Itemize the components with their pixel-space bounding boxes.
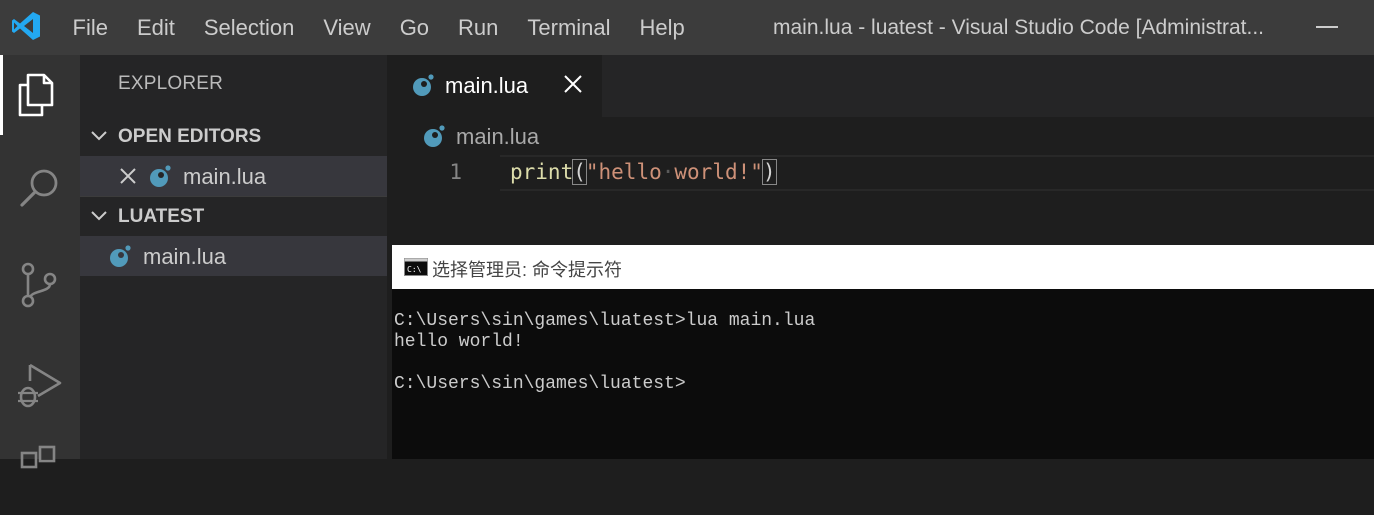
code-close-paren: ): [761, 159, 777, 185]
console-line: C:\Users\sin\games\luatest>lua main.lua: [394, 311, 816, 331]
line-number: 1: [449, 160, 462, 184]
lua-file-icon: [424, 125, 445, 147]
menu-run[interactable]: Run: [444, 0, 513, 55]
sidebar-title: EXPLORER: [118, 73, 224, 94]
console-output: C:\Users\sin\games\luatest>lua main.lua …: [394, 311, 815, 395]
tab-label: main.lua: [445, 73, 529, 98]
command-prompt-title: 选择管理员: 命令提示符: [432, 260, 623, 280]
console-line: C:\Users\sin\games\luatest>: [394, 374, 686, 394]
open-editors-header[interactable]: OPEN EDITORS: [80, 116, 387, 156]
file-tree-filename: main.lua: [143, 244, 227, 269]
source-control-icon[interactable]: [0, 245, 80, 325]
minimize-icon: [1316, 26, 1338, 28]
open-editor-item[interactable]: main.lua: [80, 156, 387, 196]
run-debug-icon[interactable]: [0, 343, 80, 423]
command-prompt-window[interactable]: C:\ 选择管理员: 命令提示符 C:\Users\sin\games\luat…: [392, 245, 1374, 459]
breadcrumb-item[interactable]: main.lua: [456, 124, 539, 150]
breadcrumb: main.lua: [387, 117, 1374, 155]
menu-selection[interactable]: Selection: [189, 0, 309, 55]
command-prompt-titlebar[interactable]: C:\ 选择管理员: 命令提示符: [392, 245, 1374, 289]
lua-file-icon: [150, 165, 171, 187]
code-whitespace-dot: ·: [661, 160, 675, 184]
chevron-down-icon: [91, 211, 107, 221]
title-bar: File Edit Selection View Go Run Terminal…: [0, 0, 1374, 55]
menu-go[interactable]: Go: [385, 0, 443, 55]
file-tree-item[interactable]: main.lua: [80, 236, 387, 276]
command-prompt-icon: C:\: [404, 258, 428, 276]
chevron-down-icon: [91, 131, 107, 141]
folder-header[interactable]: LUATEST: [80, 196, 387, 236]
minimize-button[interactable]: [1304, 0, 1360, 55]
explorer-sidebar: EXPLORER OPEN EDITORS main.lua LUATEST m…: [80, 55, 387, 459]
menu-view[interactable]: View: [309, 0, 385, 55]
extensions-icon[interactable]: [0, 435, 80, 515]
code-string-token: "hello: [585, 160, 662, 184]
activity-bar: [0, 55, 80, 469]
menu-terminal[interactable]: Terminal: [513, 0, 625, 55]
menu-file[interactable]: File: [58, 0, 122, 55]
open-editors-label: OPEN EDITORS: [118, 126, 262, 147]
folder-label: LUATEST: [118, 206, 205, 227]
window-title: main.lua - luatest - Visual Studio Code …: [773, 16, 1265, 39]
console-line: hello world!: [394, 332, 524, 352]
code-open-paren: (: [572, 159, 587, 185]
explorer-icon[interactable]: [0, 55, 80, 135]
close-icon[interactable]: [119, 167, 137, 185]
lua-file-icon: [413, 74, 434, 96]
code-function-token: print: [510, 160, 574, 184]
editor-tab-bar: main.lua: [387, 55, 1374, 117]
menu-bar: File Edit Selection View Go Run Terminal…: [58, 0, 699, 55]
close-icon[interactable]: [563, 74, 583, 94]
menu-edit[interactable]: Edit: [122, 0, 189, 55]
svg-text:C:\: C:\: [407, 265, 422, 274]
search-icon[interactable]: [0, 147, 80, 227]
code-string-token: world!": [674, 160, 763, 184]
tab-main-lua[interactable]: main.lua: [387, 55, 602, 117]
menu-help[interactable]: Help: [625, 0, 699, 55]
active-indicator: [0, 55, 3, 135]
open-editor-filename: main.lua: [183, 164, 267, 189]
vscode-logo-icon: [12, 12, 40, 40]
lua-file-icon: [110, 245, 131, 267]
code-line[interactable]: print("hello·world!"): [510, 159, 777, 185]
